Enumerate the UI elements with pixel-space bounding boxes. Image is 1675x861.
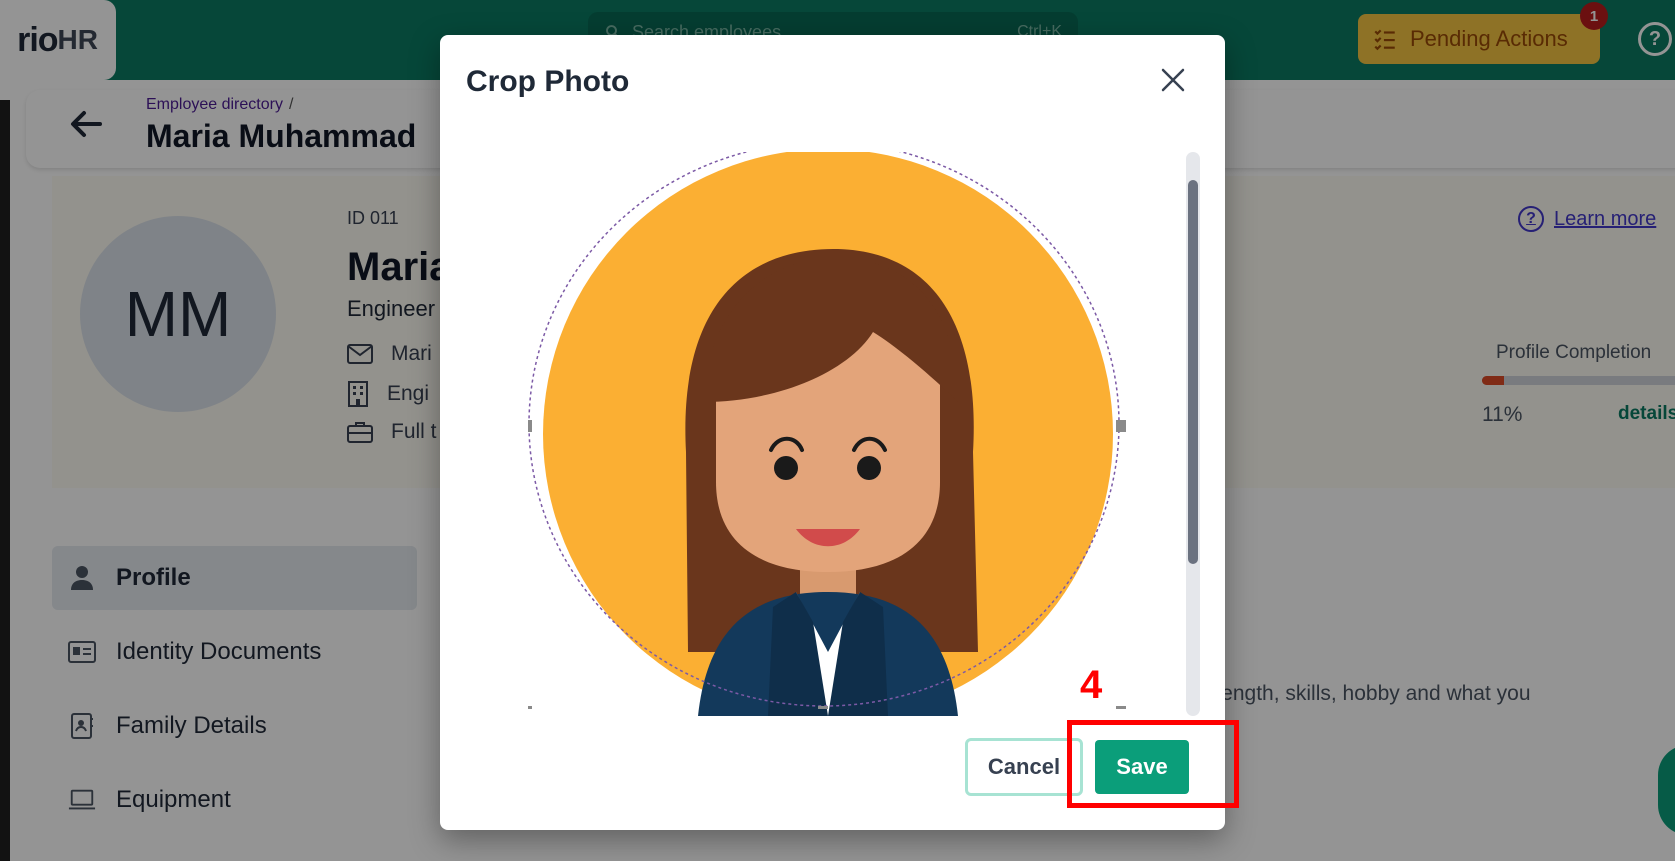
eye-right — [857, 456, 881, 480]
crop-handle-bottom-left[interactable] — [528, 706, 532, 709]
crop-area[interactable] — [528, 152, 1128, 716]
dialog-title: Crop Photo — [466, 65, 630, 98]
eye-left — [774, 456, 798, 480]
crop-handle-left[interactable] — [528, 420, 532, 432]
crop-handle-bottom[interactable] — [818, 706, 828, 709]
annotation-highlight-box — [1067, 720, 1239, 808]
scrollbar-thumb[interactable] — [1188, 180, 1198, 564]
crop-handle-right[interactable] — [1116, 420, 1126, 432]
annotation-step-number: 4 — [1080, 663, 1103, 707]
cancel-button[interactable]: Cancel — [965, 738, 1083, 796]
crop-photo-dialog: Crop Photo Cancel Save — [440, 35, 1225, 830]
profile-photo — [528, 152, 1126, 716]
scrollbar[interactable] — [1186, 152, 1200, 716]
crop-handle-bottom-right[interactable] — [1116, 706, 1126, 709]
close-icon[interactable] — [1158, 65, 1188, 95]
